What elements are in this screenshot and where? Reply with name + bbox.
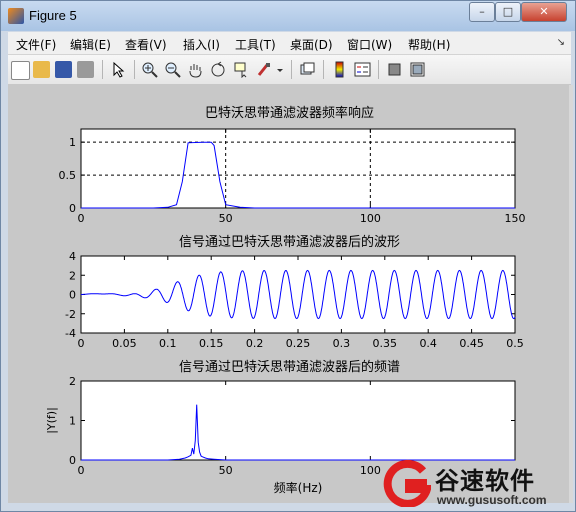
colorbar-icon[interactable]: [331, 61, 348, 78]
x-axis-label: 频率(Hz): [274, 480, 323, 495]
x-tick-label: 0.3: [333, 337, 351, 350]
plot2-axes: [80, 255, 516, 334]
watermark-url: www.gususoft.com: [437, 493, 547, 507]
x-tick-label: 0.25: [286, 337, 311, 350]
print-icon[interactable]: [77, 61, 94, 78]
menu-desktop[interactable]: 桌面(D): [290, 36, 333, 53]
zoom-in-icon[interactable]: [141, 61, 158, 78]
link-plot-icon[interactable]: [299, 61, 316, 78]
toolbar-separator: [291, 60, 292, 79]
matlab-icon: [8, 8, 24, 24]
menu-bar: 文件(F) 编辑(E) 查看(V) 插入(I) 工具(T) 桌面(D) 窗口(W…: [8, 32, 571, 55]
menu-help[interactable]: 帮助(H): [408, 36, 450, 53]
figure-window: Figure 5 – □ ✕ 文件(F) 编辑(E) 查看(V) 插入(I) 工…: [0, 0, 576, 512]
hide-plot-tools-icon[interactable]: [386, 61, 403, 78]
x-tick-label: 0.5: [506, 337, 524, 350]
plot3-axes: [80, 380, 516, 461]
y-tick-label: 1: [69, 415, 76, 428]
side-scrollbar[interactable]: [569, 85, 573, 503]
menu-file[interactable]: 文件(F): [16, 36, 56, 53]
x-tick-label: 0.1: [159, 337, 177, 350]
plots-svg: 0 50 100 15000.510 0.05 0.1 0.15 0.2 0.25 0.3 0.35…: [45, 128, 526, 495]
toolbar-separator: [102, 60, 103, 79]
y-axis-label: |Y(f)|: [45, 407, 58, 434]
maximize-button[interactable]: □: [495, 2, 521, 22]
watermark-logo: 谷速软件 www.gususoft.com: [383, 459, 573, 511]
y-tick-label: 0: [69, 454, 76, 467]
toolbar: [8, 55, 571, 85]
y-tick-label: -2: [65, 308, 76, 321]
y-tick-label: -4: [65, 327, 76, 340]
x-tick-label: 0.35: [373, 337, 398, 350]
brush-icon[interactable]: [256, 61, 273, 78]
y-tick-label: 2: [69, 269, 76, 282]
x-tick-label: 0.05: [112, 337, 137, 350]
x-tick-label: 150: [505, 212, 526, 225]
y-tick-label: 2: [69, 375, 76, 388]
y-tick-label: 1: [69, 136, 76, 149]
y-tick-label: 0.5: [59, 169, 77, 182]
zoom-out-icon[interactable]: [164, 61, 181, 78]
x-tick-label: 100: [360, 464, 381, 477]
minimize-button[interactable]: –: [469, 2, 495, 22]
close-button[interactable]: ✕: [521, 2, 567, 22]
x-tick-label: 50: [219, 464, 233, 477]
menu-edit[interactable]: 编辑(E): [70, 36, 111, 53]
menu-view[interactable]: 查看(V): [125, 36, 167, 53]
menu-window[interactable]: 窗口(W): [347, 36, 392, 53]
toolbar-separator: [323, 60, 324, 79]
y-tick-label: 0: [69, 289, 76, 302]
toolbar-separator: [378, 60, 379, 79]
x-tick-label: 0.45: [459, 337, 484, 350]
select-arrow-icon[interactable]: [110, 61, 127, 78]
open-folder-icon[interactable]: [33, 61, 50, 78]
window-title: Figure 5: [29, 8, 77, 23]
y-tick-label: 0: [69, 202, 76, 215]
rotate-3d-icon[interactable]: [210, 61, 227, 78]
toolbar-separator: [134, 60, 135, 79]
menu-tools[interactable]: 工具(T): [235, 36, 276, 53]
new-figure-icon[interactable]: [11, 61, 30, 80]
title-bar[interactable]: Figure 5 – □ ✕: [1, 1, 575, 31]
x-tick-label: 100: [360, 212, 381, 225]
x-tick-label: 0.4: [419, 337, 437, 350]
figure-canvas[interactable]: 巴特沃思带通滤波器频率响应 信号通过巴特沃思带通滤波器后的波形 信号通过巴特沃思…: [8, 85, 571, 503]
menu-overflow-arrow-icon[interactable]: ↘: [557, 37, 565, 48]
watermark-brand: 谷速软件: [435, 467, 535, 495]
x-tick-label: 0: [78, 337, 85, 350]
g-logo-icon: [383, 459, 431, 507]
x-tick-label: 0: [78, 212, 85, 225]
x-tick-label: 50: [219, 212, 233, 225]
legend-icon[interactable]: [354, 61, 371, 78]
y-tick-label: 4: [69, 250, 76, 263]
x-tick-label: 0: [78, 464, 85, 477]
brush-dropdown-icon[interactable]: [276, 61, 284, 78]
data-cursor-icon[interactable]: [233, 61, 250, 79]
x-tick-label: 0.2: [246, 337, 264, 350]
x-tick-label: 0.15: [199, 337, 224, 350]
save-icon[interactable]: [55, 61, 72, 78]
plot1-axes: [80, 128, 516, 209]
menu-insert[interactable]: 插入(I): [183, 36, 220, 53]
show-plot-tools-icon[interactable]: [409, 61, 426, 78]
pan-hand-icon[interactable]: [187, 61, 204, 78]
